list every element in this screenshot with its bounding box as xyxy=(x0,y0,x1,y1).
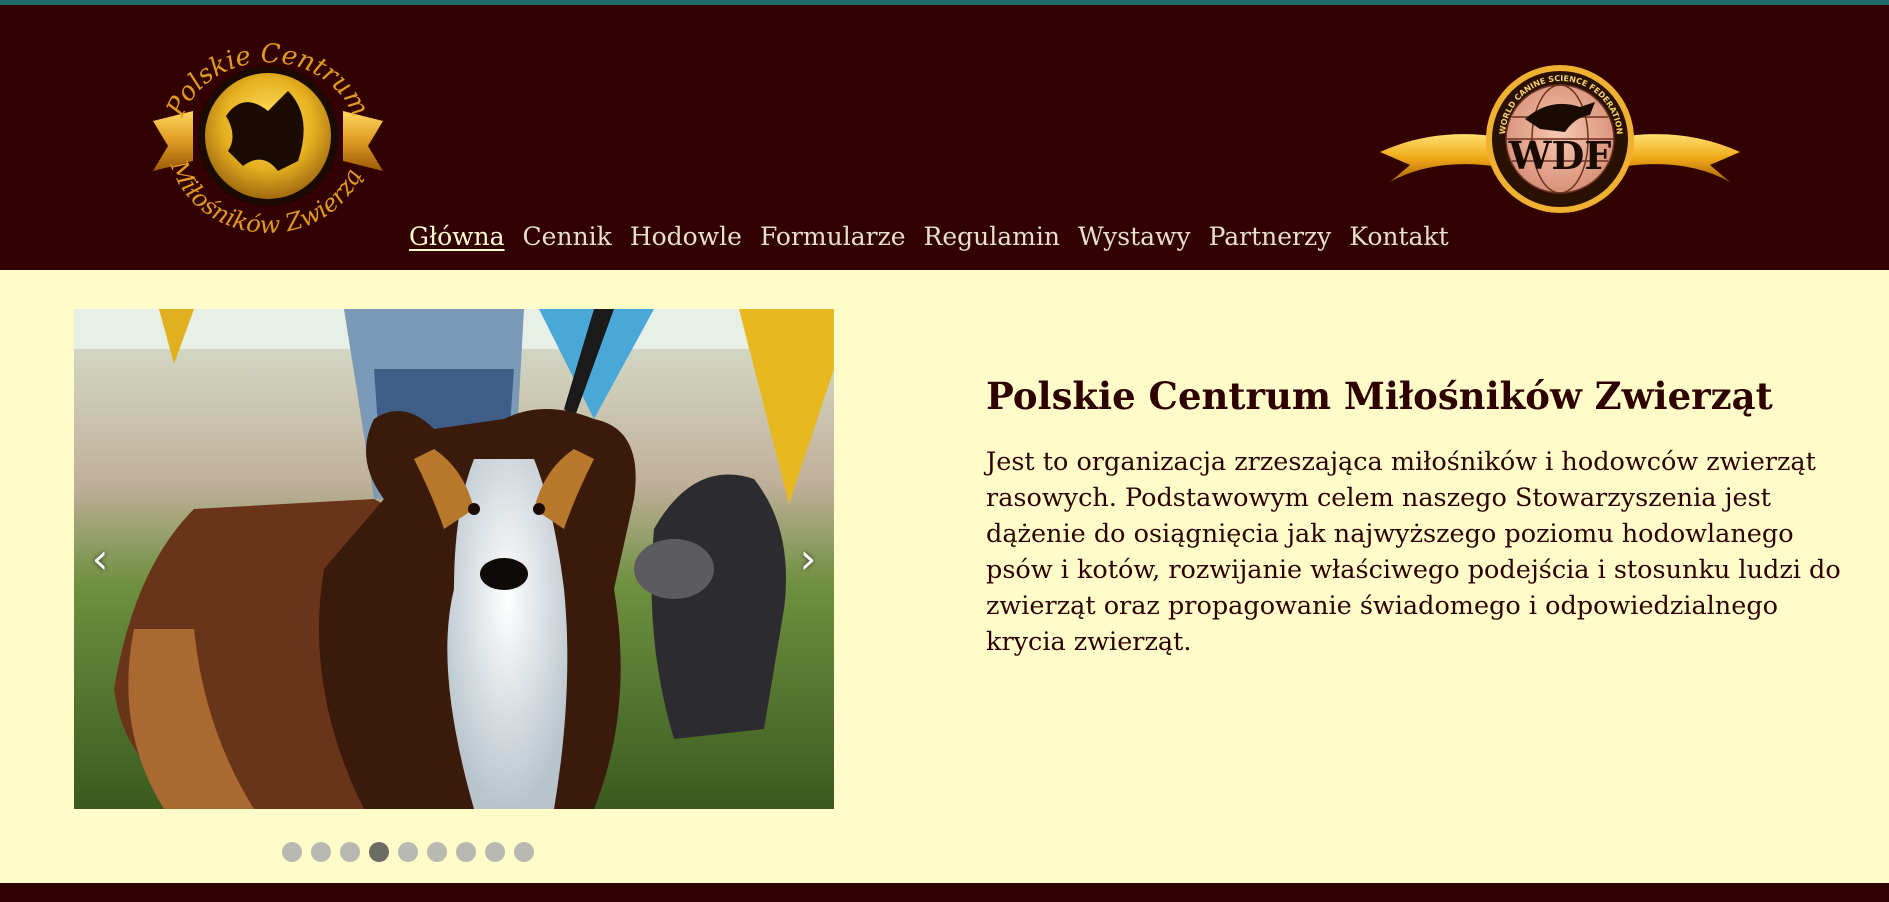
intro-text: Jest to organizacja zrzeszająca miłośnik… xyxy=(986,447,1841,657)
carousel-dot[interactable] xyxy=(282,842,302,862)
page-title: Polskie Centrum Miłośników Zwierząt xyxy=(986,374,1773,418)
nav-item-formularze[interactable]: Formularze xyxy=(751,217,915,257)
carousel-dot[interactable] xyxy=(427,842,447,862)
nav-item-kontakt[interactable]: Kontakt xyxy=(1340,217,1457,257)
nav-item-glowna[interactable]: Główna xyxy=(400,217,514,257)
chevron-left-icon[interactable]: ‹ xyxy=(80,534,120,584)
nav-item-hodowle[interactable]: Hodowle xyxy=(621,217,751,257)
carousel-dot[interactable] xyxy=(340,842,360,862)
nav-item-partnerzy[interactable]: Partnerzy xyxy=(1200,217,1341,257)
nav-item-regulamin[interactable]: Regulamin xyxy=(915,217,1069,257)
carousel-dot[interactable] xyxy=(369,842,389,862)
carousel-slide-image xyxy=(74,309,834,809)
carousel-dot[interactable] xyxy=(398,842,418,862)
main-nav: Główna Cennik Hodowle Formularze Regulam… xyxy=(400,217,1458,257)
pcmz-logo[interactable]: Polskie Centrum Miłośników Zwierząt xyxy=(143,0,388,261)
carousel-indicators xyxy=(282,842,534,862)
nav-item-cennik[interactable]: Cennik xyxy=(514,217,621,257)
footer-bar xyxy=(0,883,1889,902)
svg-text:WDF: WDF xyxy=(1508,133,1612,178)
carousel-dot[interactable] xyxy=(485,842,505,862)
carousel-dot[interactable] xyxy=(514,842,534,862)
image-carousel[interactable]: ‹ › xyxy=(74,309,834,809)
pcmz-logo-graphic: Polskie Centrum Miłośników Zwierząt xyxy=(143,0,383,239)
wdf-logo-graphic: WORLD CANINE SCIENCE FEDERATION WDF xyxy=(1380,65,1740,213)
nav-item-wystawy[interactable]: Wystawy xyxy=(1069,217,1200,257)
intro-section: Polskie Centrum Miłośników Zwierząt Jest… xyxy=(986,368,1846,660)
chevron-right-icon[interactable]: › xyxy=(788,534,828,584)
carousel-dot[interactable] xyxy=(456,842,476,862)
wdf-logo[interactable]: WORLD CANINE SCIENCE FEDERATION WDF xyxy=(1375,57,1745,217)
site-header: Polskie Centrum Miłośników Zwierząt Głów… xyxy=(0,0,1889,270)
carousel-dot[interactable] xyxy=(311,842,331,862)
